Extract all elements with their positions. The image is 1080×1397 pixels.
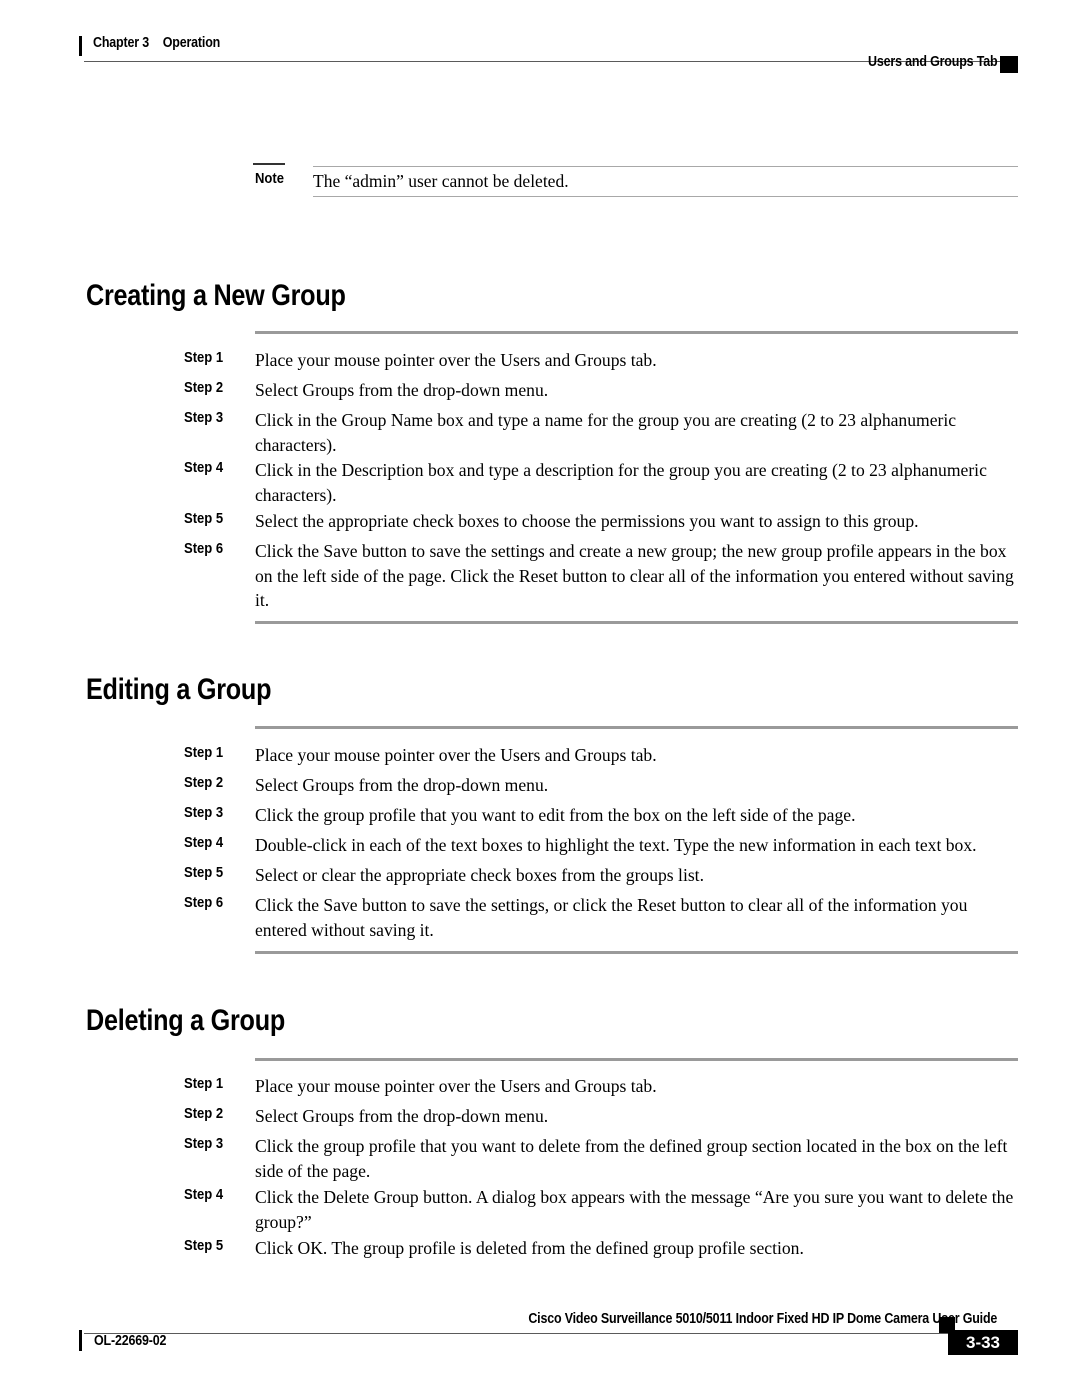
- document-page: Chapter 3 Operation Users and Groups Tab …: [0, 0, 1080, 1397]
- step-label: Step 2: [184, 380, 224, 396]
- step-label: Step 6: [184, 895, 224, 911]
- step-text: Place your mouse pointer over the Users …: [255, 350, 657, 370]
- step-text: Select Groups from the drop-down menu.: [255, 775, 549, 795]
- step-text: Place your mouse pointer over the Users …: [255, 745, 657, 765]
- note-rule-bottom: [313, 196, 1018, 197]
- step-text: Select the appropriate check boxes to ch…: [255, 511, 919, 531]
- step-text: Place your mouse pointer over the Users …: [255, 1076, 657, 1096]
- step-label: Step 3: [184, 410, 224, 426]
- header-chapter-label: Chapter 3 Operation: [93, 35, 220, 51]
- footer-document-id: OL-22669-02: [94, 1333, 167, 1349]
- section-heading-deleting-a-group: Deleting a Group: [86, 1004, 285, 1037]
- step-text: Click the Save button to save the settin…: [255, 541, 1014, 610]
- step-label: Step 4: [184, 1187, 224, 1203]
- step-label: Step 5: [184, 511, 224, 527]
- header-chapter-number: Chapter 3: [93, 35, 149, 51]
- header-tick-mark: [79, 36, 82, 56]
- section-heading-creating-a-new-group: Creating a New Group: [86, 279, 346, 312]
- section-heading-editing-a-group: Editing a Group: [86, 673, 272, 706]
- footer-tick-mark: [79, 1330, 82, 1351]
- step-text: Click the Save button to save the settin…: [255, 895, 968, 940]
- procedure-rule-bottom-1: [255, 621, 1018, 624]
- procedure-rule-top-2: [255, 726, 1018, 729]
- note-label: Note: [255, 171, 285, 187]
- step-label: Step 5: [184, 865, 224, 881]
- step-text: Click the group profile that you want to…: [255, 1136, 1008, 1181]
- header-running-head: Users and Groups Tab: [867, 54, 998, 70]
- header-marker-square-icon: [1000, 56, 1018, 73]
- note-cap-rule: [253, 163, 285, 165]
- note-rule-top: [313, 166, 1018, 167]
- note-text: The “admin” user cannot be deleted.: [313, 171, 569, 191]
- step-text: Click in the Description box and type a …: [255, 460, 987, 505]
- page-header: Chapter 3 Operation Users and Groups Tab: [0, 0, 1080, 90]
- step-text: Click OK. The group profile is deleted f…: [255, 1238, 804, 1258]
- step-text: Click the Delete Group button. A dialog …: [255, 1187, 1014, 1232]
- step-label: Step 3: [184, 805, 224, 821]
- step-label: Step 2: [184, 775, 224, 791]
- step-label: Step 5: [184, 1238, 224, 1254]
- page-footer: Cisco Video Surveillance 5010/5011 Indoo…: [0, 1300, 1080, 1397]
- header-chapter-title: Operation: [162, 35, 221, 51]
- step-label: Step 4: [184, 460, 224, 476]
- procedure-rule-bottom-2: [255, 951, 1018, 954]
- step-text: Double-click in each of the text boxes t…: [255, 835, 977, 855]
- footer-rule: [84, 1333, 1018, 1334]
- step-label: Step 3: [184, 1136, 224, 1152]
- footer-guide-title: Cisco Video Surveillance 5010/5011 Indoo…: [528, 1311, 997, 1327]
- step-text: Click in the Group Name box and type a n…: [255, 410, 957, 455]
- step-text: Select Groups from the drop-down menu.: [255, 380, 549, 400]
- procedure-rule-top-1: [255, 331, 1018, 334]
- procedure-rule-top-3: [255, 1058, 1018, 1061]
- step-text: Select Groups from the drop-down menu.: [255, 1106, 549, 1126]
- step-text: Click the group profile that you want to…: [255, 805, 856, 825]
- step-label: Step 2: [184, 1106, 224, 1122]
- step-label: Step 1: [184, 350, 224, 366]
- step-label: Step 6: [184, 541, 224, 557]
- footer-page-number: 3-33: [948, 1330, 1018, 1355]
- step-label: Step 1: [184, 1076, 224, 1092]
- step-text: Select or clear the appropriate check bo…: [255, 865, 704, 885]
- step-label: Step 4: [184, 835, 224, 851]
- step-label: Step 1: [184, 745, 224, 761]
